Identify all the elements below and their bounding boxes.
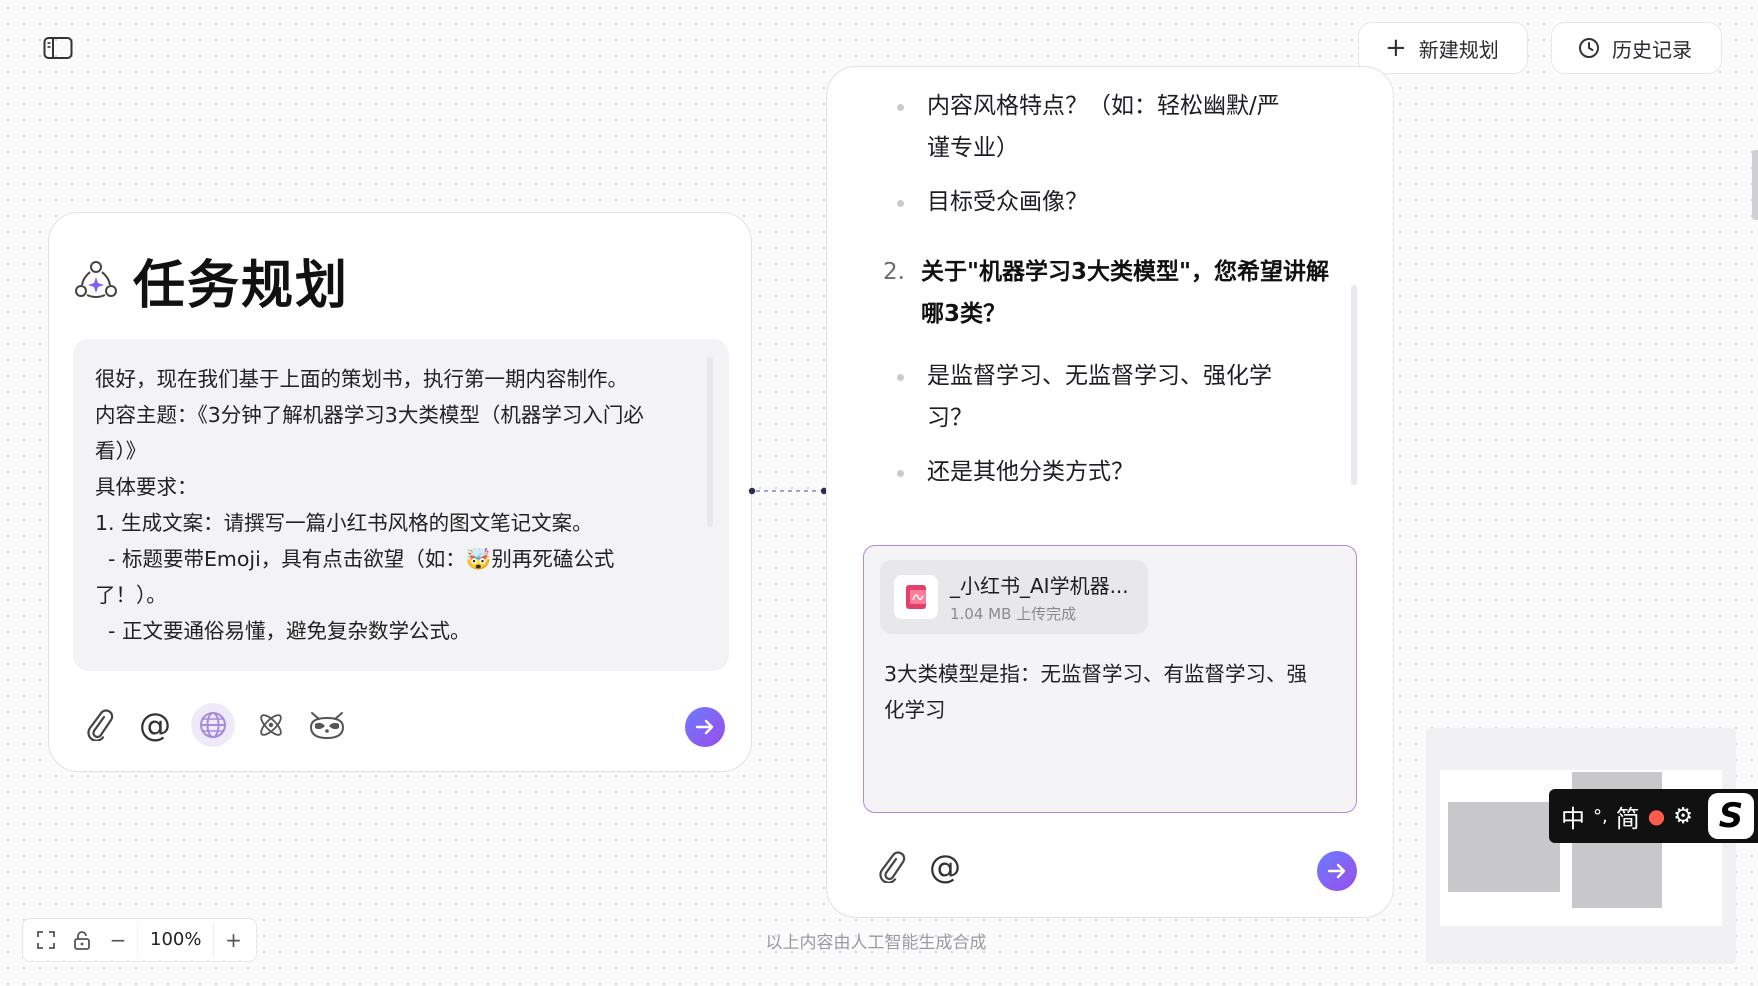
fit-view-button[interactable] [29,923,63,957]
attach-button[interactable] [79,705,119,745]
minimap[interactable] [1426,728,1736,964]
prompt-line: 很好，现在我们基于上面的策划书，执行第一期内容制作。 [95,367,628,391]
ime-logo: S [1708,793,1754,839]
send-button[interactable] [685,707,725,747]
list-item-continuation: 谨专业） [927,135,1019,161]
web-search-toggle[interactable] [191,703,235,747]
prompt-line: 1. 生成文案：请撰写一篇小红书风格的图文笔记文案。 [95,511,593,535]
attached-file[interactable]: _小红书_AI学机器... 1.04 MB 上传完成 [880,560,1148,634]
question-line: 哪3类？ [921,301,1007,327]
sidebar-icon [43,37,73,59]
plan-header: 任务规划 [73,243,349,318]
prompt-line: 内容主题：《3分钟了解机器学习3大类模型（机器学习入门必 [95,403,644,427]
new-plan-label: 新建规划 [1418,37,1499,62]
chat-scrollbar[interactable] [1351,285,1357,485]
mention-button[interactable]: @ [135,705,175,745]
new-plan-button[interactable]: + 新建规划 [1358,22,1528,74]
reply-toolbar: @ [871,847,965,887]
zoom-in-button[interactable]: + [216,923,250,957]
at-icon: @ [929,848,961,886]
ime-settings-icon[interactable]: ⚙ [1673,804,1693,829]
lock-button[interactable] [65,923,99,957]
chat-card: 内容风格特点？（如：轻松幽默/严 谨专业） 目标受众画像？ 2. 关于"机器学习… [826,66,1394,918]
zoom-controls: − 100% + [22,918,258,962]
reasoning-toggle[interactable] [251,705,291,745]
prompt-text-area[interactable]: 很好，现在我们基于上面的策划书，执行第一期内容制作。 内容主题：《3分钟了解机器… [73,339,729,671]
input-line: 3大类模型是指：无监督学习、有监督学习、强 [884,662,1308,686]
paperclip-icon [879,851,906,883]
plus-icon: + [1385,33,1407,63]
ai-disclaimer: 以上内容由人工智能生成合成 [765,933,987,953]
send-button[interactable] [1317,851,1357,891]
task-plan-card: 任务规划 很好，现在我们基于上面的策划书，执行第一期内容制作。 内容主题：《3分… [48,212,752,772]
ime-skin-icon[interactable]: ● [1648,804,1665,828]
clock-icon [1579,38,1599,58]
paperclip-icon [87,709,114,741]
sidebar-toggle-button[interactable] [42,34,74,62]
zoom-level: 100% [137,923,215,957]
question-number: 2. [883,259,905,285]
prompt-line: - 标题要带Emoji，具有点击欲望（如：🤯别再死磕公式 [95,547,615,571]
list-item: 是监督学习、无监督学习、强化学 [897,355,1272,397]
page-scrollbar[interactable] [1752,150,1758,220]
pdf-file-icon [894,575,938,619]
arrow-right-icon [695,719,714,735]
list-item-continuation: 习？ [927,405,973,431]
attach-button[interactable] [871,847,911,887]
input-line: 化学习 [884,698,946,722]
list-item: 内容风格特点？（如：轻松幽默/严 [897,85,1280,127]
ime-punct-toggle[interactable]: °, [1593,806,1608,827]
list-item: 还是其他分类方式？ [897,451,1134,493]
question-line: 关于"机器学习3大类模型"，您希望讲解 [921,259,1329,285]
minimap-node [1448,802,1560,892]
ime-lang-toggle[interactable]: 中 [1561,799,1585,834]
unlock-icon [74,931,90,950]
plan-nodes-icon [75,260,117,298]
ime-toolbar[interactable]: 中 °, 简 ● ⚙ S [1549,789,1758,843]
prompt-line: 看）》 [95,439,147,463]
prompt-scrollbar[interactable] [707,357,713,527]
atom-icon [260,714,282,736]
page-title: 任务规划 [133,256,350,316]
arrow-right-icon [1327,863,1346,879]
fit-screen-icon [37,931,55,949]
globe-icon [200,712,226,738]
list-item: 目标受众画像？ [897,181,1088,223]
reply-input[interactable]: _小红书_AI学机器... 1.04 MB 上传完成 3大类模型是指：无监督学习… [863,545,1357,813]
raccoon-icon [309,712,345,740]
prompt-line: - 正文要通俗易懂，避免复杂数学公式。 [95,619,471,643]
file-status: 1.04 MB 上传完成 [950,605,1077,623]
file-name: _小红书_AI学机器... [950,574,1129,598]
zoom-out-button[interactable]: − [101,923,135,957]
ime-script-toggle[interactable]: 简 [1616,799,1640,834]
history-button[interactable]: 历史记录 [1551,22,1722,74]
prompt-toolbar: @ [79,703,347,747]
prompt-line: 具体要求： [95,475,198,499]
agent-mode-button[interactable] [307,705,347,745]
input-text: 3大类模型是指：无监督学习、有监督学习、强 化学习 [884,656,1344,728]
prompt-line: 了！）。 [95,583,167,607]
mention-button[interactable]: @ [925,847,965,887]
history-label: 历史记录 [1612,37,1692,62]
at-icon: @ [139,706,171,744]
node-connector [748,487,828,495]
